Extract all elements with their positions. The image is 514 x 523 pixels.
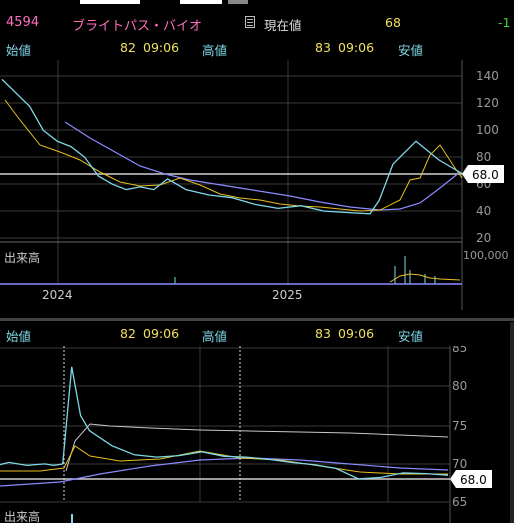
daily-volume-label: 出来高 — [4, 250, 40, 265]
scrollbar[interactable] — [510, 322, 514, 523]
ytick-100: 100 — [476, 123, 499, 137]
xtick-2024: 2024 — [42, 288, 73, 302]
open-time-2: 09:06 — [143, 326, 180, 341]
low-label: 安値 — [398, 43, 424, 58]
ytick-40: 40 — [476, 204, 491, 218]
open-value: 82 — [120, 40, 136, 55]
intraday-price-tag: 68.0 — [450, 470, 492, 488]
stock-name: ブライトパス・バイオ — [72, 19, 203, 34]
high-label-2: 高値 — [202, 329, 228, 344]
high-value-2: 83 — [315, 326, 331, 341]
top-button-box[interactable] — [228, 0, 248, 4]
daily-price-tag: 68.0 — [462, 165, 504, 183]
xtick-2025: 2025 — [272, 288, 303, 302]
high-value: 83 — [315, 40, 331, 55]
open-label-2: 始値 — [6, 329, 32, 344]
open-value-2: 82 — [120, 326, 136, 341]
open-label: 始値 — [6, 43, 32, 58]
high-label: 高値 — [202, 43, 228, 58]
intraday-chart[interactable]: 85 80 75 70 65 68.0 出来高 — [0, 346, 514, 523]
ytick-75: 75 — [452, 419, 467, 433]
high-time: 09:06 — [338, 40, 375, 55]
open-time: 09:06 — [143, 40, 180, 55]
daily-chart[interactable]: 140 120 100 80 60 40 20 68.0 出来高 100,000… — [0, 60, 514, 310]
daily-price-tag-text: 68.0 — [472, 168, 499, 182]
ytick-80: 80 — [452, 379, 467, 393]
ytick-140: 140 — [476, 69, 499, 83]
intraday-price-tag-text: 68.0 — [460, 473, 487, 487]
ytick-65: 65 — [452, 495, 467, 509]
current-price-value: 68 — [385, 15, 401, 30]
panel-divider[interactable] — [0, 318, 514, 321]
low-label-2: 安値 — [398, 329, 424, 344]
document-icon[interactable] — [245, 16, 255, 28]
stock-code: 4594 — [6, 15, 40, 30]
intraday-volume-label: 出来高 — [4, 509, 40, 523]
top-input-box-2[interactable] — [180, 0, 222, 4]
high-time-2: 09:06 — [338, 326, 375, 341]
ytick-85: 85 — [452, 346, 467, 355]
top-input-box[interactable] — [80, 0, 140, 4]
ytick-20: 20 — [476, 231, 491, 245]
ytick-120: 120 — [476, 96, 499, 110]
daily-volume-tick: 100,000 — [463, 249, 509, 262]
ytick-80: 80 — [476, 150, 491, 164]
current-price-label: 現在値 — [264, 18, 302, 33]
price-change: -1 — [498, 15, 511, 30]
ytick-70: 70 — [452, 457, 467, 471]
